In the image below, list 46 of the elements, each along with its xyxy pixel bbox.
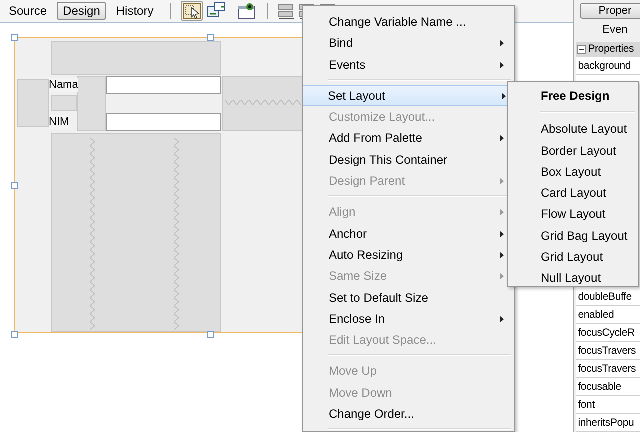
editor-tab[interactable]: History (110, 2, 160, 20)
resize-handle[interactable] (207, 34, 214, 41)
menu-item[interactable]: Border Layout (511, 140, 635, 161)
text-field[interactable] (106, 76, 221, 94)
menu-item[interactable]: Set to Default Size (306, 286, 511, 308)
property-name: inheritsPopu (576, 414, 640, 432)
layout-placeholder (17, 79, 49, 127)
resize-handle[interactable] (11, 331, 18, 338)
resize-handle[interactable] (207, 331, 214, 338)
menu-item[interactable]: Grid Bag Layout (511, 224, 635, 246)
resize-handle[interactable] (11, 34, 18, 41)
menu-item[interactable]: Free Design (511, 85, 635, 106)
menu-item[interactable]: Grid Layout (511, 246, 635, 268)
menu-item[interactable]: Design This Container (306, 148, 511, 170)
editor-tab[interactable]: Source (3, 2, 54, 20)
property-name: focusTravers (576, 360, 640, 378)
menu-item[interactable]: Change Order... (306, 403, 511, 424)
menu-item[interactable]: Enclose In (306, 308, 511, 330)
menu-item[interactable]: Bind (306, 32, 511, 54)
collapse-icon[interactable] (577, 44, 586, 54)
section-title: Properties (588, 43, 634, 56)
field-label: NIM (49, 115, 70, 129)
property-name: doubleBuffe (576, 288, 640, 306)
property-name: focusable (576, 378, 640, 396)
property-name: focusCycleR (576, 324, 640, 342)
panel-tab[interactable]: Even (580, 22, 640, 38)
editor-tab[interactable]: Design (57, 2, 106, 20)
menu-item[interactable]: Change Variable Name ... (306, 11, 511, 32)
text-field[interactable] (106, 113, 221, 131)
menu-item[interactable]: Card Layout (511, 182, 635, 204)
menu-item[interactable]: Events (306, 54, 511, 75)
field-label: Nama (49, 78, 78, 92)
menu-item[interactable]: Flow Layout (511, 203, 635, 225)
menu-item[interactable]: Box Layout (511, 160, 635, 182)
property-name: font (576, 396, 640, 414)
resize-handle[interactable] (11, 182, 18, 189)
menu-item[interactable]: Anchor (306, 222, 511, 244)
property-name: background (576, 56, 640, 75)
property-name: focusTravers (576, 342, 640, 360)
menu-item[interactable]: Null Layout (511, 267, 635, 289)
align-icon (278, 2, 295, 20)
menu-item[interactable]: Auto Resizing (306, 244, 511, 266)
property-name: enabled (576, 306, 640, 324)
panel-tab[interactable]: Proper (580, 3, 640, 19)
menu-item[interactable]: Add From Palette (306, 127, 511, 149)
menu-item[interactable]: Absolute Layout (511, 118, 635, 140)
